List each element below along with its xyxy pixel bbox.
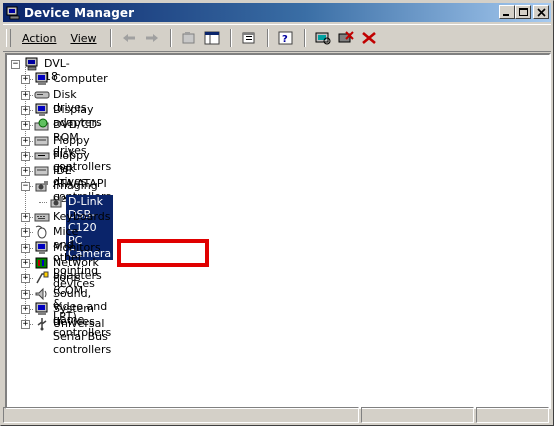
minimize-icon	[503, 14, 509, 16]
floppy-controller-icon	[34, 136, 49, 145]
scan-hardware-button[interactable]	[312, 27, 335, 49]
status-bar	[3, 407, 551, 423]
expand-toggle[interactable]: +	[21, 105, 30, 115]
minimize-button[interactable]	[499, 5, 515, 19]
device-manager-window: Device Manager Action View ? − DVL-18 + …	[0, 0, 554, 426]
expand-toggle[interactable]: +	[21, 258, 30, 268]
uninstall-button[interactable]	[358, 27, 381, 49]
toolbar: Action View ?	[3, 24, 551, 52]
tree-item-computer[interactable]: Computer	[51, 72, 110, 85]
tree-branch-line	[39, 201, 47, 203]
network-icon	[35, 257, 48, 269]
expand-toggle[interactable]: +	[21, 213, 30, 222]
mouse-icon	[35, 226, 47, 239]
uninstall-icon	[338, 31, 354, 43]
annotation-highlight-box	[117, 239, 209, 267]
system-icon	[35, 302, 48, 315]
floppy-drive-icon	[34, 152, 50, 160]
expand-toggle[interactable]: +	[21, 167, 30, 177]
disk-drive-icon	[34, 91, 50, 99]
properties-icon	[242, 32, 255, 44]
window-title: Device Manager	[24, 5, 135, 20]
collapse-toggle[interactable]: −	[21, 182, 30, 192]
computer-icon	[35, 72, 48, 86]
status-pane-3	[476, 407, 549, 423]
forward-button[interactable]	[141, 27, 164, 49]
menu-action[interactable]: Action	[15, 30, 63, 47]
show-hide-tree-button[interactable]	[201, 27, 224, 49]
keyboard-icon	[34, 213, 50, 222]
back-button[interactable]	[118, 27, 141, 49]
cdrom-icon	[34, 118, 49, 131]
toolbar-separator	[266, 29, 269, 47]
collapse-toggle[interactable]: −	[11, 60, 20, 69]
back-icon	[123, 34, 136, 42]
toolbar-separator	[109, 29, 112, 47]
properties-button[interactable]	[238, 27, 261, 49]
device-tree-pane[interactable]: − DVL-18 + Computer + Disk drives + Display ada…	[5, 53, 551, 409]
expand-toggle[interactable]: +	[21, 243, 30, 253]
toolbar-grip	[6, 29, 11, 47]
status-pane-2	[361, 407, 474, 423]
expand-toggle[interactable]: +	[21, 136, 30, 146]
title-bar[interactable]: Device Manager	[3, 3, 551, 22]
port-icon	[36, 271, 49, 284]
up-icon	[182, 32, 195, 44]
up-button[interactable]	[178, 27, 201, 49]
expand-toggle[interactable]: +	[21, 151, 30, 161]
expand-toggle[interactable]: +	[21, 289, 30, 299]
usb-icon	[37, 318, 47, 331]
menu-view[interactable]: View	[63, 30, 103, 47]
expand-toggle[interactable]: +	[21, 274, 30, 284]
help-icon: ?	[278, 31, 293, 45]
scan-hardware-icon	[315, 32, 331, 45]
help-button[interactable]: ?	[275, 27, 298, 49]
tree-item-universal-serial-bus-controllers[interactable]: Universal Serial Bus controllers	[51, 317, 113, 356]
sound-icon	[35, 287, 47, 300]
toolbar-separator	[229, 29, 232, 47]
camera-icon	[35, 181, 48, 192]
properties-pane-icon	[204, 31, 220, 45]
monitor-icon	[35, 241, 48, 254]
update-driver-button[interactable]	[335, 27, 358, 49]
expand-toggle[interactable]: +	[21, 90, 30, 100]
status-pane-main	[3, 407, 359, 423]
toolbar-separator	[169, 29, 172, 47]
expand-toggle[interactable]: +	[21, 304, 30, 314]
expand-toggle[interactable]: +	[21, 75, 30, 85]
display-icon	[35, 103, 48, 116]
disable-icon	[362, 32, 376, 44]
ide-controller-icon	[34, 166, 49, 176]
forward-icon	[146, 34, 159, 42]
expand-toggle[interactable]: +	[21, 320, 30, 330]
maximize-icon	[519, 8, 528, 16]
svg-text:?: ?	[282, 34, 288, 45]
tree-item-keyboards[interactable]: Keyboards	[51, 210, 112, 223]
expand-toggle[interactable]: +	[21, 228, 30, 238]
camera-icon	[50, 196, 63, 208]
close-icon	[537, 8, 546, 17]
expand-toggle[interactable]: +	[21, 121, 30, 131]
maximize-button[interactable]	[515, 5, 531, 19]
close-button[interactable]	[533, 5, 549, 19]
toolbar-separator	[303, 29, 306, 47]
device-manager-icon	[6, 6, 20, 19]
tree-item-monitors[interactable]: Monitors	[51, 241, 103, 254]
computer-root-icon	[25, 57, 38, 71]
